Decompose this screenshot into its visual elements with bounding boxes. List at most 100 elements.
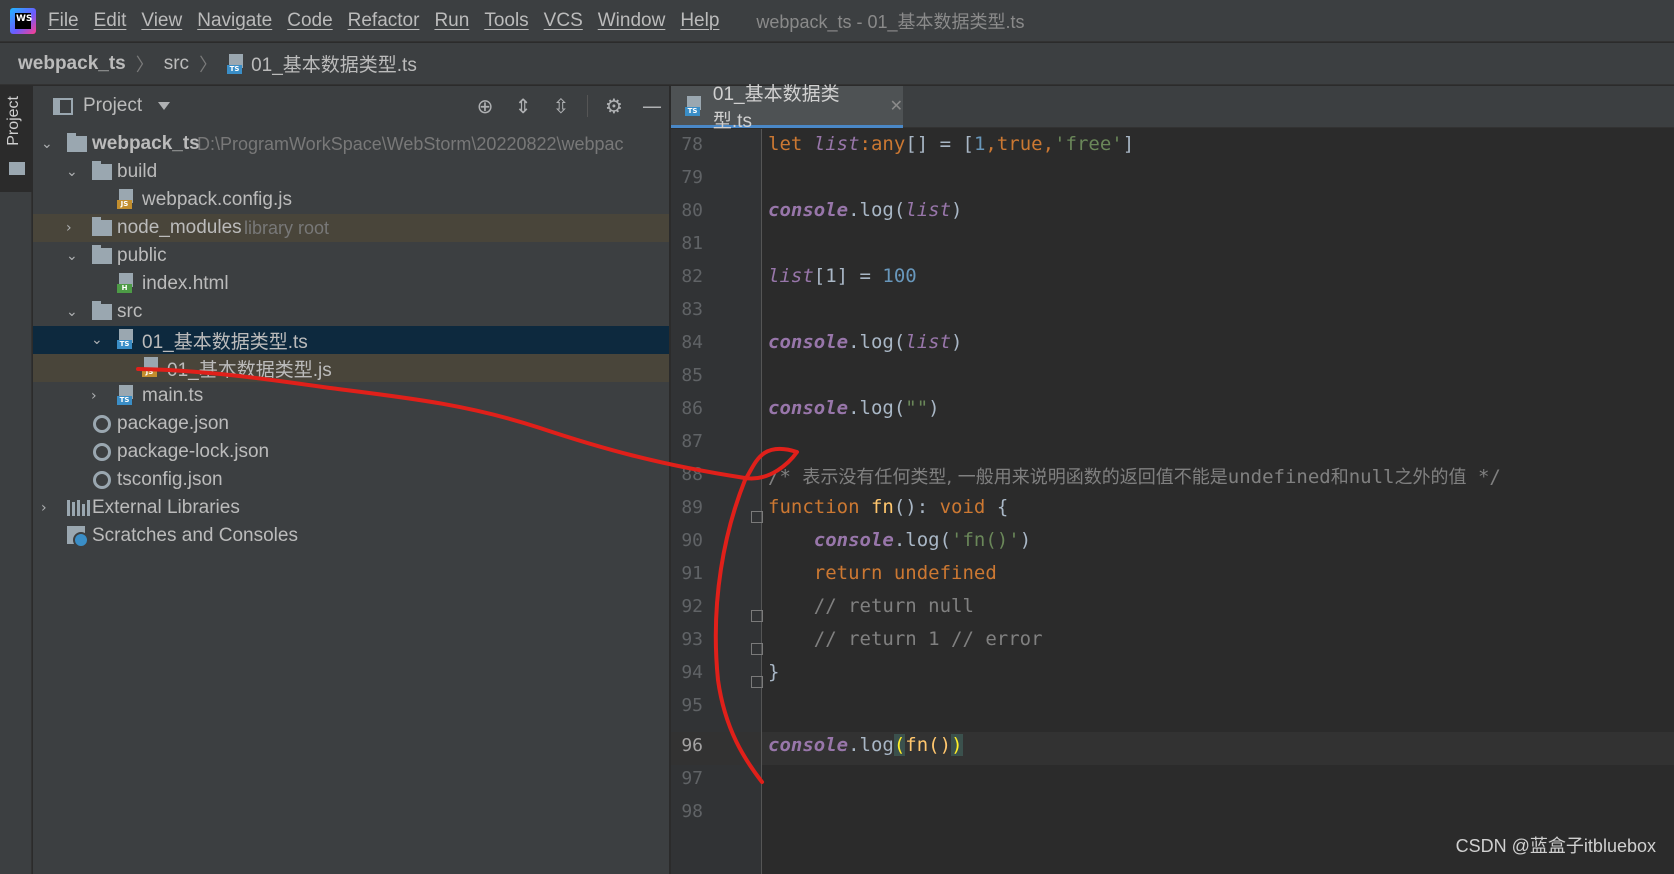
collapse-all-icon[interactable]: ⇳ [549, 94, 573, 118]
menu-tools[interactable]: Tools [484, 10, 528, 32]
code-line-80: console.log(list) [768, 199, 963, 221]
code-line-94: } [768, 661, 780, 683]
tree-item-main-ts[interactable]: › TS main.ts [33, 382, 669, 410]
folder-icon [92, 217, 112, 236]
chevron-right-icon[interactable]: › [91, 389, 105, 403]
tree-item-index-html[interactable]: H index.html [33, 270, 669, 298]
line-number: 95 [681, 695, 703, 716]
tree-item-file-ts[interactable]: ⌄ TS 01_基本数据类型.ts [33, 326, 669, 354]
html-file-icon: H [117, 273, 135, 293]
close-icon[interactable]: ✕ [890, 96, 903, 115]
tree-item-src[interactable]: ⌄ src [33, 298, 669, 326]
menu-help[interactable]: Help [680, 10, 719, 32]
tree-label: webpack_ts [92, 133, 200, 154]
code-line-78: let list:any[] = [1,true,'free'] [768, 133, 1135, 155]
line-number: 87 [681, 431, 703, 452]
menu-refactor[interactable]: Refactor [348, 10, 420, 32]
window-title: webpack_ts - 01_基本数据类型.ts [756, 11, 1025, 32]
folder-icon [9, 162, 25, 175]
code-line-96: console.log(fn()) [768, 734, 963, 756]
menu-code[interactable]: Code [287, 10, 332, 32]
typescript-file-icon: TS [117, 329, 135, 349]
chevron-down-icon[interactable]: ⌄ [66, 249, 80, 263]
chevron-right-icon[interactable]: › [66, 221, 80, 235]
menu-file[interactable]: File [48, 10, 79, 32]
tree-label: 01_基本数据类型.js [167, 359, 332, 381]
menu-vcs[interactable]: VCS [544, 10, 583, 32]
chevron-down-icon[interactable]: ⌄ [66, 305, 80, 319]
tree-label: Scratches and Consoles [92, 525, 298, 546]
tree-label: tsconfig.json [117, 469, 223, 490]
tree-item-tsconfig[interactable]: tsconfig.json [33, 466, 669, 494]
tree-item-public[interactable]: ⌄ public [33, 242, 669, 270]
tree-label: node_modules [117, 217, 242, 238]
menu-edit[interactable]: Edit [94, 10, 127, 32]
chevron-down-icon[interactable] [158, 102, 171, 110]
json-config-file-icon [93, 443, 111, 461]
tree-label: webpack.config.js [142, 189, 292, 210]
chevron-down-icon[interactable]: ⌄ [41, 137, 55, 151]
menu-view[interactable]: View [141, 10, 182, 32]
line-number: 92 [681, 596, 703, 617]
code-line-88: /* 表示没有任何类型, 一般用来说明函数的返回值不能是undefined和nu… [768, 466, 1501, 488]
code-editor[interactable]: 78 79 80 81 82 83 84 85 86 87 88 89 90 9… [671, 129, 1674, 874]
breadcrumb-file[interactable]: 01_基本数据类型.ts [251, 50, 417, 77]
fold-marker-icon[interactable] [751, 610, 763, 622]
fold-marker-icon[interactable] [751, 511, 763, 523]
javascript-file-icon: JS [117, 189, 135, 209]
tree-item-file-js[interactable]: JS 01_基本数据类型.js [33, 354, 669, 382]
webstorm-logo-icon[interactable]: WS [10, 7, 36, 34]
menu-navigate[interactable]: Navigate [197, 10, 272, 32]
tree-item-external-libraries[interactable]: › External Libraries [33, 494, 669, 522]
tree-item-webpack-config[interactable]: JS webpack.config.js [33, 186, 669, 214]
line-number: 81 [681, 233, 703, 254]
tree-item-node-modules[interactable]: › node_modules library root [33, 214, 669, 242]
breadcrumb-project[interactable]: webpack_ts [18, 53, 126, 75]
chevron-down-icon[interactable]: ⌄ [66, 165, 80, 179]
typescript-file-icon: TS [685, 95, 703, 116]
tree-label: package.json [117, 413, 229, 434]
tab-file-ts[interactable]: TS 01_基本数据类型.ts ✕ [671, 84, 903, 132]
tree-path-hint: D:\ProgramWorkSpace\WebStorm\20220822\we… [197, 133, 624, 154]
folder-icon [67, 133, 87, 152]
tree-item-scratches[interactable]: Scratches and Consoles [33, 522, 669, 550]
line-number: 93 [681, 629, 703, 650]
chevron-right-icon[interactable]: › [41, 501, 55, 515]
line-number: 97 [681, 768, 703, 789]
chevron-down-icon[interactable]: ⌄ [91, 333, 105, 347]
json-config-file-icon [93, 471, 111, 489]
menu-bar: WS File Edit View Navigate Code Refactor… [0, 0, 1674, 42]
tab-label: 01_基本数据类型.ts [712, 83, 840, 132]
select-opened-file-icon[interactable]: ⊕ [473, 94, 497, 118]
project-panel-header: Project ⊕ ⇕ ⇳ ⚙ — [33, 86, 669, 126]
line-number: 82 [681, 266, 703, 287]
hide-panel-icon[interactable]: — [640, 94, 664, 118]
project-panel-title[interactable]: Project [83, 95, 142, 117]
tree-item-package-json[interactable]: package.json [33, 410, 669, 438]
line-number: 94 [681, 662, 703, 683]
breadcrumb-folder[interactable]: src [164, 53, 189, 75]
gear-icon[interactable]: ⚙ [602, 94, 626, 118]
line-number: 89 [681, 497, 703, 518]
scratches-icon [67, 526, 89, 548]
line-number: 80 [681, 200, 703, 221]
tree-item-root[interactable]: ⌄ webpack_ts D:\ProgramWorkSpace\WebStor… [33, 130, 669, 158]
menu-window[interactable]: Window [598, 10, 666, 32]
fold-marker-icon[interactable] [751, 643, 763, 655]
breadcrumb-separator-icon: 〉 [135, 54, 154, 75]
expand-all-icon[interactable]: ⇕ [511, 94, 535, 118]
line-number: 85 [681, 365, 703, 386]
line-number: 91 [681, 563, 703, 584]
project-tool-tab[interactable]: Project [0, 86, 32, 192]
tree-label: public [117, 245, 167, 266]
folder-icon [92, 245, 112, 264]
tree-item-package-lock[interactable]: package-lock.json [33, 438, 669, 466]
breadcrumb-separator-icon: 〉 [199, 54, 218, 75]
menu-run[interactable]: Run [434, 10, 469, 32]
tree-hint: library root [244, 217, 330, 238]
line-number: 84 [681, 332, 703, 353]
tree-item-build[interactable]: ⌄ build [33, 158, 669, 186]
json-config-file-icon [93, 415, 111, 433]
javascript-file-icon: JS [142, 357, 160, 377]
fold-marker-icon[interactable] [751, 676, 763, 688]
